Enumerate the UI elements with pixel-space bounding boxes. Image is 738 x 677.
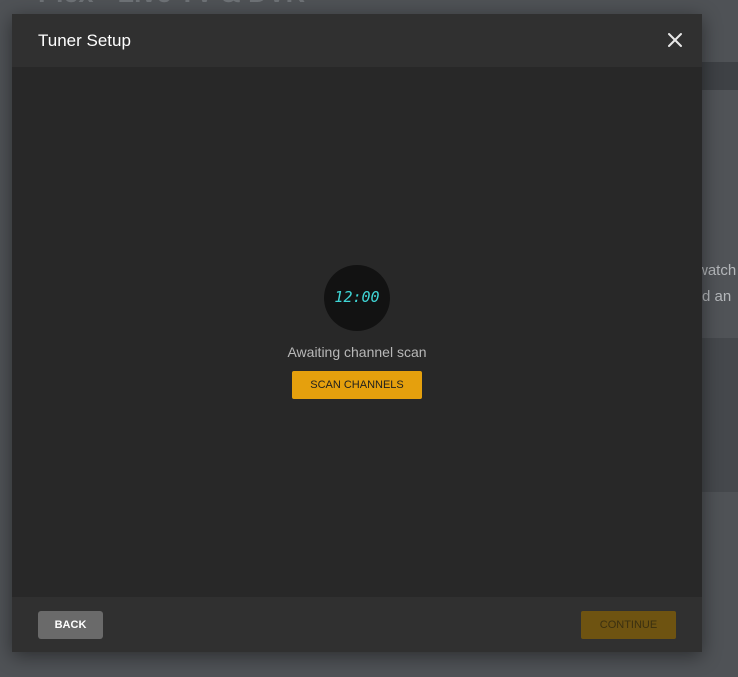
modal-title: Tuner Setup (38, 31, 131, 50)
modal-body: 12:00 Awaiting channel scan SCAN CHANNEL… (12, 67, 702, 597)
continue-button[interactable]: CONTINUE (581, 611, 676, 639)
close-icon (668, 33, 682, 47)
background-page-heading: Plex - Live TV & DVR (38, 0, 305, 9)
modal-footer: BACK CONTINUE (12, 597, 702, 652)
scan-status-message: Awaiting channel scan (287, 344, 427, 360)
modal-header: Tuner Setup (12, 14, 702, 67)
tuner-setup-modal: Tuner Setup 12:00 Awaiting channel scan … (12, 14, 702, 652)
back-button[interactable]: BACK (38, 611, 103, 639)
background-text-line-1: watch (697, 262, 737, 279)
scan-channels-button[interactable]: SCAN CHANNELS (292, 371, 422, 399)
background-text-line-2: rd an (697, 288, 732, 305)
clock-display: 12:00 (334, 288, 380, 306)
close-button[interactable] (664, 29, 686, 51)
clock-icon: 12:00 (324, 265, 390, 331)
